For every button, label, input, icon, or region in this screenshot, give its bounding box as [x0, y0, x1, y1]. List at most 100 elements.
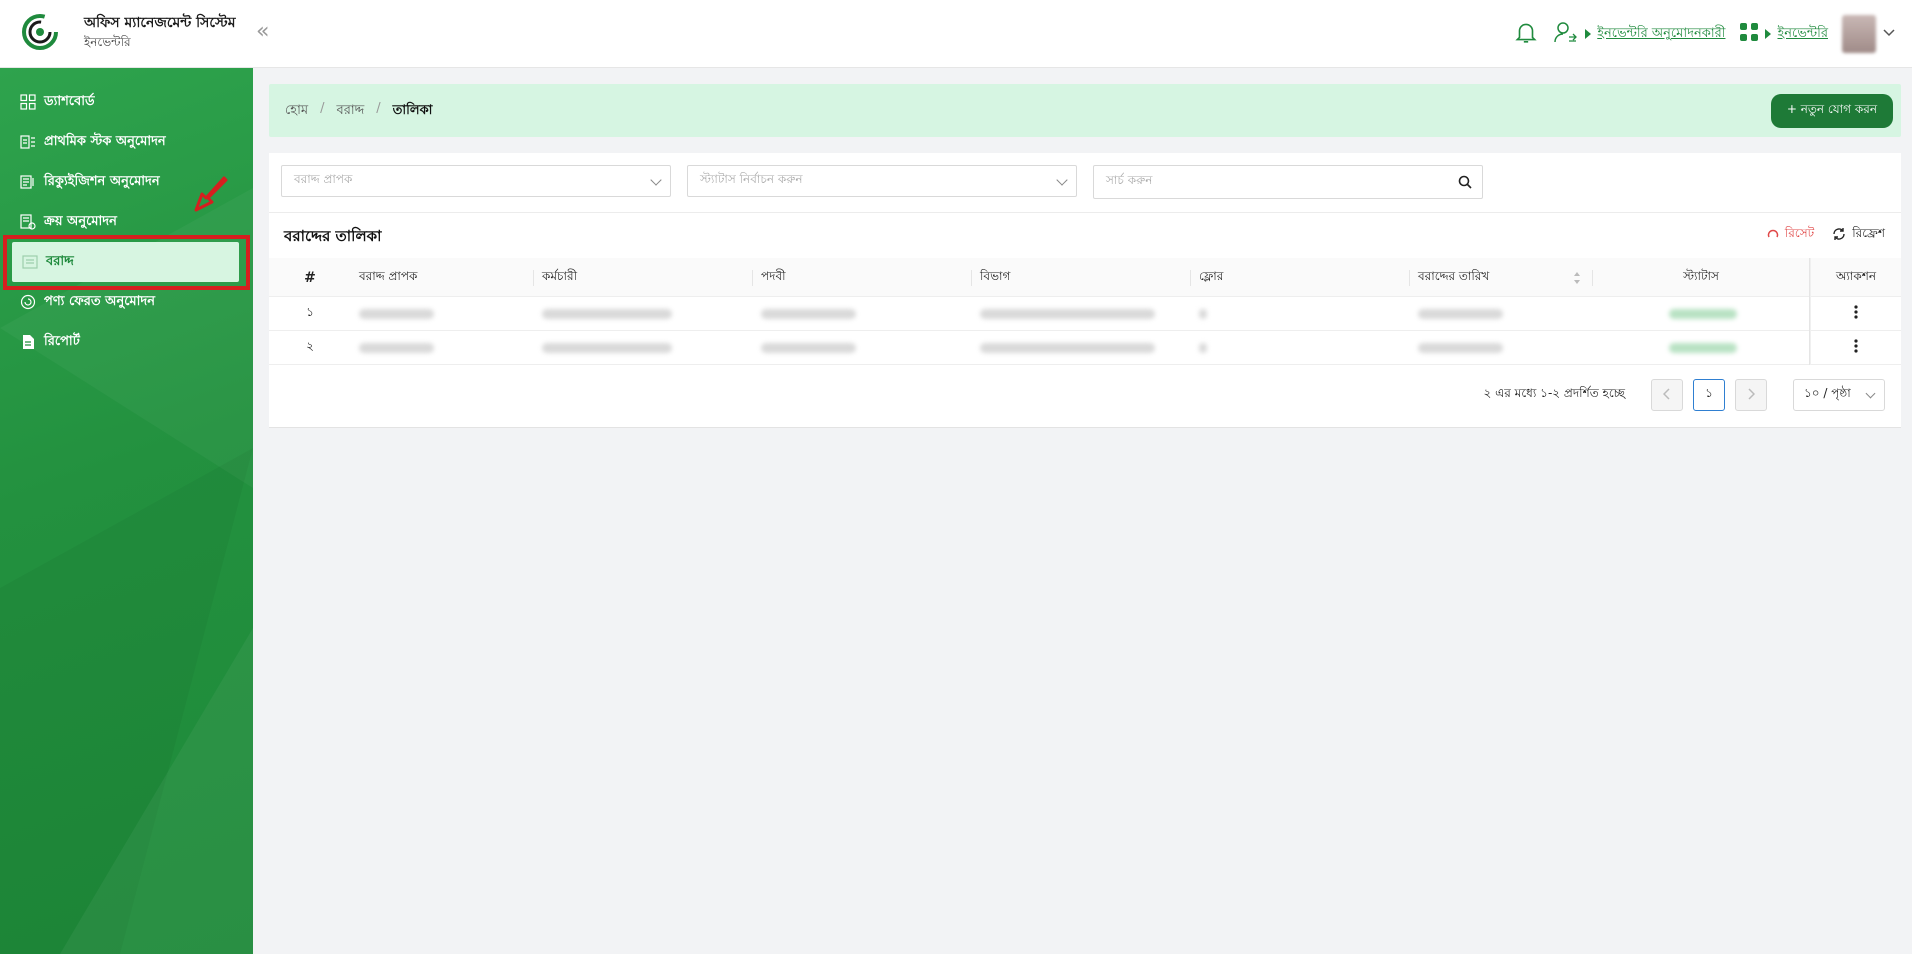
refresh-button[interactable]: রিফ্রেশ	[1832, 225, 1885, 245]
role-link[interactable]: ইনভেন্টরি অনুমোদনকারী	[1597, 24, 1725, 45]
col-allocation-date[interactable]: বরাদ্দের তারিখ	[1410, 258, 1593, 297]
allocation-table-card: বরাদ্দের তালিকা রিসেট রিফ্রেশ # বরাদ্দ প…	[269, 213, 1901, 428]
sidebar-item-label: পণ্য ফেরত অনুমোদন	[44, 293, 156, 309]
table-row[interactable]: ২	[269, 331, 1901, 365]
caret-right-icon	[1765, 29, 1772, 39]
table-title: বরাদ্দের তালিকা	[284, 227, 382, 245]
add-new-button[interactable]: + নতুন যোগ করন	[1770, 94, 1893, 128]
logo-icon	[20, 12, 66, 52]
more-vertical-icon	[1854, 339, 1858, 356]
apps-grid-icon	[1739, 22, 1759, 46]
next-page-button[interactable]	[1735, 379, 1767, 411]
breadcrumb-bar: হোম / বরাদ্দ / তালিকা + নতুন যোগ করন	[269, 84, 1901, 137]
chevron-down-icon	[650, 174, 662, 186]
sidebar-item-initial-stock[interactable]: প্রাথমিক স্টক অনুমোদন	[0, 122, 253, 162]
module-switcher[interactable]: ইনভেন্টরি	[1739, 22, 1828, 46]
redacted-cell	[761, 342, 856, 353]
table-header: # বরাদ্দ প্রাপক কর্মচারী পদবী বিভাগ ফ্লো…	[269, 258, 1901, 297]
pagination: ২ এর মধ্যে ১-২ প্রদর্শিত হচ্ছে ১ ১০ / পৃ…	[1484, 379, 1885, 411]
chevron-down-icon	[1056, 174, 1068, 186]
stock-icon	[20, 134, 36, 150]
grid-icon	[20, 94, 36, 110]
sidebar: ড্যাশবোর্ড প্রাথমিক স্টক অনুমোদন রিক্যুই…	[0, 68, 253, 954]
app-subtitle: ইনভেন্টরি	[84, 35, 131, 49]
sidebar-item-report[interactable]: রিপোর্ট	[0, 322, 253, 362]
purchase-icon	[20, 214, 36, 230]
page-size-select[interactable]: ১০ / পৃষ্ঠা	[1793, 379, 1885, 411]
col-status: স্ট্যাটাস	[1683, 268, 1719, 283]
breadcrumb-separator: /	[376, 101, 381, 116]
breadcrumb-separator: /	[320, 101, 325, 116]
page-number-button[interactable]: ১	[1693, 379, 1725, 411]
chevron-left-icon	[1662, 387, 1671, 403]
redacted-cell	[1199, 342, 1207, 353]
return-icon	[20, 294, 36, 310]
chevron-right-icon	[1747, 387, 1756, 403]
row-actions-button[interactable]	[1811, 331, 1901, 364]
prev-page-button[interactable]	[1651, 379, 1683, 411]
bell-icon[interactable]	[1513, 19, 1539, 49]
collapse-sidebar-icon[interactable]: «	[256, 20, 269, 44]
reset-icon	[1767, 228, 1779, 243]
filter-bar: বরাদ্দ প্রাপক স্ট্যাটাস নির্বাচন করুন সা…	[269, 153, 1901, 213]
col-designation: পদবী	[753, 258, 972, 297]
brand[interactable]: অফিস ম্যানেজমেন্ট সিস্টেম ইনভেন্টরি	[20, 12, 236, 52]
table-row[interactable]: ১	[269, 297, 1901, 331]
sidebar-item-label: ক্রয় অনুমোদন	[44, 213, 117, 229]
user-menu[interactable]	[1842, 15, 1896, 53]
status-placeholder: স্ট্যাটাস নির্বাচন করুন	[700, 172, 803, 186]
col-department-label: বিভাগ	[980, 268, 1011, 283]
row-actions-button[interactable]	[1811, 297, 1901, 330]
redacted-cell	[1418, 342, 1503, 353]
redacted-cell	[980, 308, 1155, 319]
redacted-cell	[359, 308, 434, 319]
col-recipient-label: বরাদ্দ প্রাপক	[359, 268, 418, 283]
recipient-select[interactable]: বরাদ্দ প্রাপক	[281, 165, 671, 197]
sticky-column-shadow	[1809, 258, 1811, 365]
col-floor: ফ্লোর	[1191, 258, 1410, 297]
avatar[interactable]	[1842, 15, 1876, 53]
redacted-cell	[1418, 308, 1503, 319]
reset-button[interactable]: রিসেট	[1767, 225, 1814, 245]
role-switcher[interactable]: ইনভেন্টরি অনুমোদনকারী	[1553, 20, 1725, 48]
row-index: ২	[306, 338, 314, 353]
col-date-label: বরাদ্দের তারিখ	[1418, 268, 1490, 283]
breadcrumb-home[interactable]: হোম	[285, 101, 308, 122]
chevron-down-icon	[1865, 388, 1876, 399]
sidebar-item-label: রিপোর্ট	[44, 333, 80, 349]
sidebar-menu: ড্যাশবোর্ড প্রাথমিক স্টক অনুমোদন রিক্যুই…	[0, 82, 253, 362]
breadcrumb: হোম / বরাদ্দ / তালিকা	[285, 101, 432, 122]
chevron-down-icon	[1882, 27, 1896, 42]
sort-icon[interactable]	[1573, 271, 1581, 288]
sidebar-item-label: প্রাথমিক স্টক অনুমোদন	[44, 133, 166, 149]
search-input[interactable]: সার্চ করুন	[1093, 165, 1483, 199]
top-bar: অফিস ম্যানেজমেন্ট সিস্টেম ইনভেন্টরি « ইন…	[0, 0, 1912, 68]
col-employee-label: কর্মচারী	[542, 268, 578, 283]
breadcrumb-section[interactable]: বরাদ্দ	[336, 101, 364, 122]
row-index: ১	[306, 304, 314, 319]
recipient-placeholder: বরাদ্দ প্রাপক	[294, 172, 353, 186]
status-select[interactable]: স্ট্যাটাস নির্বাচন করুন	[687, 165, 1077, 197]
redacted-status-badge	[1669, 308, 1737, 319]
sidebar-item-dashboard[interactable]: ড্যাশবোর্ড	[0, 82, 253, 122]
user-switch-icon	[1553, 20, 1579, 48]
breadcrumb-current: তালিকা	[392, 103, 433, 118]
redacted-cell	[542, 342, 672, 353]
app-title: অফিস ম্যানেজমেন্ট সিস্টেম	[84, 15, 236, 31]
page-size-label: ১০ / পৃষ্ঠা	[1804, 386, 1851, 400]
col-floor-label: ফ্লোর	[1199, 268, 1224, 283]
redacted-cell	[359, 342, 434, 353]
search-placeholder: সার্চ করুন	[1106, 173, 1153, 187]
search-icon[interactable]	[1458, 175, 1472, 192]
more-vertical-icon	[1854, 305, 1858, 322]
refresh-icon	[1832, 227, 1846, 244]
col-recipient: বরাদ্দ প্রাপক	[351, 258, 534, 297]
col-index: #	[304, 269, 316, 286]
reset-label: রিসেট	[1784, 226, 1815, 240]
col-employee: কর্মচারী	[534, 258, 753, 297]
annotation-arrow-icon	[194, 176, 228, 212]
redacted-status-badge	[1669, 342, 1737, 353]
module-link[interactable]: ইনভেন্টরি	[1777, 24, 1828, 45]
col-department: বিভাগ	[972, 258, 1191, 297]
requisition-icon	[20, 174, 36, 190]
